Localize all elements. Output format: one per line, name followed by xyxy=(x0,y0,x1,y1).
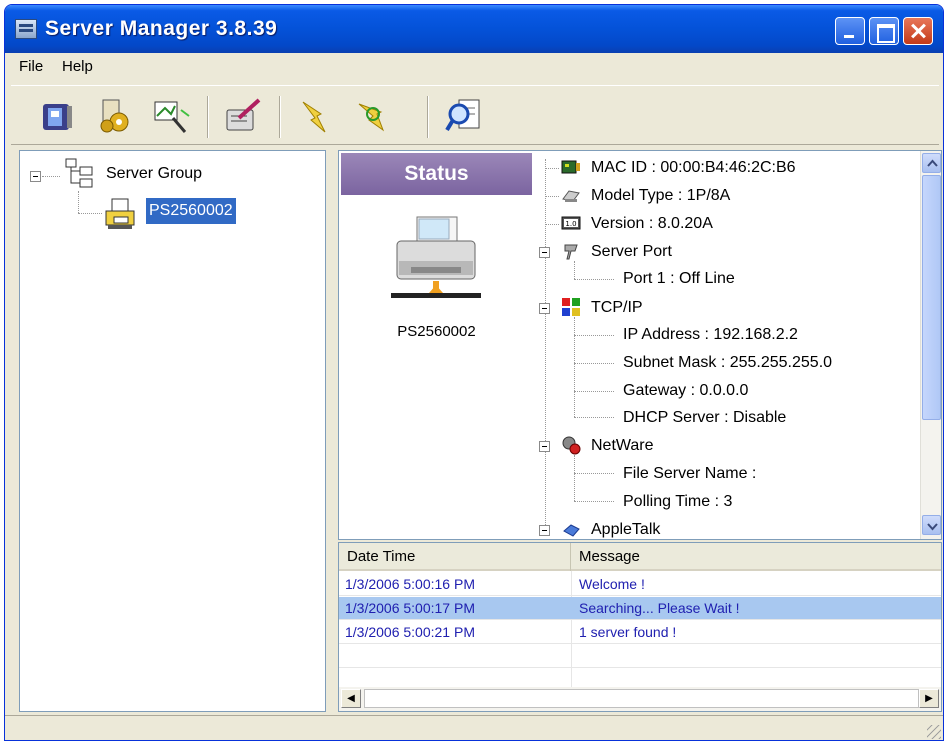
tree-connector xyxy=(42,176,60,177)
model-type-icon xyxy=(561,185,581,205)
version-value: Version : 8.0.20A xyxy=(591,215,713,232)
gateway-value: Gateway : 0.0.0.0 xyxy=(623,382,749,399)
log-message: Welcome ! xyxy=(579,576,645,592)
menu-bar: File Help xyxy=(5,53,943,79)
tree-connector xyxy=(78,191,79,213)
scroll-right-button[interactable]: ▶ xyxy=(919,689,939,708)
tree-item-server[interactable]: PS2560002 xyxy=(146,198,236,224)
log-message: 1 server found ! xyxy=(579,624,677,640)
search-devices-icon[interactable] xyxy=(151,96,191,136)
tree-connector xyxy=(545,196,559,197)
model-type-value: Model Type : 1P/8A xyxy=(591,187,731,204)
dhcp-server-value: DHCP Server : Disable xyxy=(623,409,787,426)
tree-connector xyxy=(574,261,575,279)
tree-connector xyxy=(574,335,614,336)
scroll-thumb[interactable] xyxy=(922,175,941,420)
maximize-button[interactable] xyxy=(869,17,899,45)
message-log[interactable]: Date Time Message 1/3/2006 5:00:16 PM We… xyxy=(338,542,942,712)
tcpip-node[interactable]: TCP/IP xyxy=(591,297,643,319)
tree-connector xyxy=(574,473,614,474)
collapse-toggle[interactable] xyxy=(539,525,550,536)
log-row[interactable]: 1/3/2006 5:00:21 PM 1 server found ! xyxy=(339,621,941,644)
status-header: Status xyxy=(341,153,532,195)
log-datetime: 1/3/2006 5:00:17 PM xyxy=(345,600,475,616)
window-title: Server Manager 3.8.39 xyxy=(45,17,278,40)
app-icon xyxy=(15,19,37,39)
collapse-toggle[interactable] xyxy=(539,247,550,258)
tree-connector xyxy=(574,279,614,280)
subnet-mask-value: Subnet Mask : 255.255.255.0 xyxy=(623,354,833,371)
scroll-down-button[interactable] xyxy=(922,515,941,535)
server-props-icon[interactable] xyxy=(37,96,77,136)
settings-gears-icon[interactable] xyxy=(95,96,135,136)
tree-connector xyxy=(574,417,614,418)
polling-time-value: Polling Time : 3 xyxy=(623,493,733,510)
server-port-node[interactable]: Server Port xyxy=(591,241,672,263)
menu-help[interactable]: Help xyxy=(62,58,93,75)
version-icon: 1.0 xyxy=(561,213,581,233)
details-vertical-scrollbar[interactable] xyxy=(920,151,941,539)
tree-connector xyxy=(574,391,614,392)
server-port-icon xyxy=(561,241,581,261)
tree-root-server-group[interactable]: Server Group xyxy=(106,163,202,185)
tree-connector xyxy=(545,224,559,225)
scroll-left-button[interactable]: ◀ xyxy=(341,689,361,708)
netware-node[interactable]: NetWare xyxy=(591,435,654,457)
svg-text:1.0: 1.0 xyxy=(565,220,576,228)
toolbar-separator xyxy=(207,96,209,138)
resize-grip[interactable] xyxy=(927,725,941,739)
printer-server-icon xyxy=(104,197,138,231)
scroll-up-button[interactable] xyxy=(922,153,941,173)
port1-status: Port 1 : Off Line xyxy=(623,270,735,287)
scroll-thumb[interactable] xyxy=(364,689,919,708)
disconnect-icon[interactable] xyxy=(351,96,391,136)
log-datetime: 1/3/2006 5:00:21 PM xyxy=(345,624,475,640)
title-bar[interactable]: Server Manager 3.8.39 xyxy=(5,5,943,53)
connect-icon[interactable] xyxy=(295,96,335,136)
log-row-empty xyxy=(339,645,941,668)
log-header: Date Time Message xyxy=(339,543,941,571)
server-tree[interactable]: Server Group PS2560002 xyxy=(19,150,326,712)
collapse-toggle[interactable] xyxy=(539,441,550,452)
file-server-name-value: File Server Name : xyxy=(623,465,757,482)
status-bar xyxy=(5,715,943,740)
server-details-pane: Status PS2560002 1.0 MAC ID: 00:00:B4:4… xyxy=(338,150,942,540)
netware-icon xyxy=(561,435,581,455)
tcpip-icon xyxy=(561,297,581,317)
col-header-date-time[interactable]: Date Time xyxy=(339,543,571,571)
tree-trunk xyxy=(545,159,546,527)
mac-id-icon xyxy=(561,157,581,177)
appletalk-icon xyxy=(561,519,581,539)
tree-connector xyxy=(545,168,559,169)
printer-icon xyxy=(389,211,484,311)
find-server-icon[interactable] xyxy=(445,96,485,136)
ip-address-value: IP Address : 192.168.2.2 xyxy=(623,326,798,343)
toolbar-separator xyxy=(427,96,429,138)
log-datetime: 1/3/2006 5:00:16 PM xyxy=(345,576,475,592)
tree-connector xyxy=(78,213,102,214)
mac-id-value: MAC ID : 00:00:B4:46:2C:B6 xyxy=(591,159,796,176)
server-group-icon xyxy=(62,157,96,189)
log-horizontal-scrollbar[interactable]: ◀ ▶ xyxy=(339,687,941,711)
menu-file[interactable]: File xyxy=(19,58,43,75)
collapse-toggle[interactable] xyxy=(539,303,550,314)
tree-connector xyxy=(574,363,614,364)
close-button[interactable] xyxy=(903,17,933,45)
edit-config-icon[interactable] xyxy=(223,96,263,136)
toolbar-separator xyxy=(279,96,281,138)
log-row-selected[interactable]: 1/3/2006 5:00:17 PM Searching... Please … xyxy=(339,597,941,620)
collapse-toggle[interactable] xyxy=(30,171,41,182)
log-message: Searching... Please Wait ! xyxy=(579,600,740,616)
tree-connector xyxy=(574,501,614,502)
device-label: PS2560002 xyxy=(397,323,476,340)
pane-splitter[interactable] xyxy=(327,150,337,712)
tree-connector xyxy=(574,455,575,501)
col-header-message[interactable]: Message xyxy=(571,543,941,571)
tree-connector xyxy=(574,317,575,417)
log-row[interactable]: 1/3/2006 5:00:16 PM Welcome ! xyxy=(339,573,941,596)
appletalk-node[interactable]: AppleTalk xyxy=(591,519,660,539)
server-manager-window: Server Manager 3.8.39 File Help Server G… xyxy=(4,4,944,741)
toolbar xyxy=(11,85,939,145)
minimize-button[interactable] xyxy=(835,17,865,45)
